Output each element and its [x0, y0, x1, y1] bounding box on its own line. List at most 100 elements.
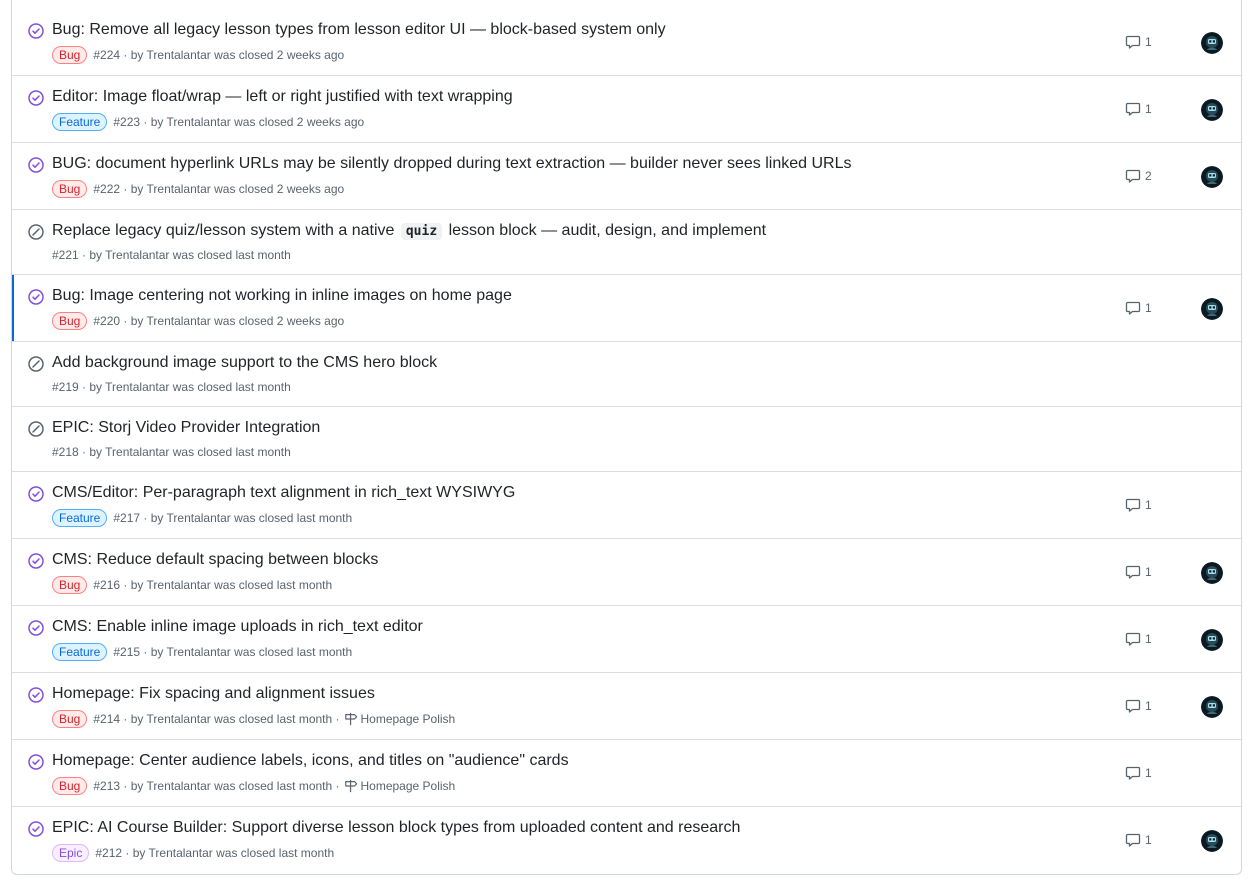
issue-meta: Bug #222 · by Trentalantar was closed 2 w…	[52, 180, 344, 198]
assignee-avatar[interactable]	[1201, 829, 1223, 852]
milestone-link[interactable]: Homepage Polish	[344, 777, 456, 795]
issue-title-link[interactable]: Homepage: Fix spacing and alignment issu…	[52, 684, 375, 704]
comment-count-link[interactable]: 1	[1125, 832, 1152, 848]
check-circle-icon	[28, 23, 44, 39]
label-bug[interactable]: Bug	[52, 777, 88, 795]
comment-icon	[1125, 101, 1145, 117]
label-feature[interactable]: Feature	[52, 643, 108, 661]
issue-row[interactable]: CMS: Enable inline image uploads in rich…	[12, 606, 1241, 673]
comment-icon	[1125, 765, 1145, 781]
issue-meta: #218 · by Trentalantar was closed last m…	[52, 443, 291, 461]
assignee-avatar[interactable]	[1201, 561, 1223, 584]
assignee-avatar[interactable]	[1201, 297, 1223, 320]
issue-number: #218	[52, 445, 79, 459]
milestone-icon	[344, 779, 361, 793]
issue-number: #213	[93, 779, 121, 793]
issue-meta: Epic #212 · by Trentalantar was closed la…	[52, 844, 334, 862]
issue-number: #221	[52, 248, 79, 262]
comment-count: 1	[1145, 698, 1152, 713]
comment-count: 1	[1145, 832, 1152, 847]
comment-count-link[interactable]: 1	[1125, 765, 1152, 781]
issue-meta: Bug #224 · by Trentalantar was closed 2 w…	[52, 46, 344, 64]
comment-count-link[interactable]: 1	[1125, 300, 1152, 316]
assignee-avatar[interactable]	[1201, 31, 1223, 54]
label-bug[interactable]: Bug	[52, 180, 88, 198]
issue-title-link[interactable]: CMS: Reduce default spacing between bloc…	[52, 550, 378, 570]
issue-title-link[interactable]: Homepage: Center audience labels, icons,…	[52, 751, 569, 771]
issue-meta: Bug #220 · by Trentalantar was closed 2 w…	[52, 312, 344, 330]
issue-title-link[interactable]: CMS/Editor: Per-paragraph text alignment…	[52, 483, 515, 503]
comment-count-link[interactable]: 1	[1125, 631, 1152, 647]
issue-closed-info: · by Trentalantar was closed last month	[82, 380, 291, 394]
milestone-link[interactable]: Homepage Polish	[344, 710, 455, 728]
issue-row[interactable]: CMS: Reduce default spacing between bloc…	[12, 539, 1241, 606]
assignee-avatar[interactable]	[1201, 165, 1223, 188]
comment-count: 1	[1145, 101, 1152, 116]
assignee-avatar[interactable]	[1201, 695, 1223, 718]
issue-row[interactable]: BUG: document hyperlink URLs may be sile…	[12, 143, 1241, 210]
label-bug[interactable]: Bug	[52, 46, 88, 64]
issue-meta: Bug #214 · by Trentalantar was closed las…	[52, 710, 455, 728]
issue-title-link[interactable]: EPIC: AI Course Builder: Support diverse…	[52, 818, 740, 838]
issue-row[interactable]: Editor: Image float/wrap — left or right…	[12, 76, 1241, 143]
issue-row[interactable]: Bug: Remove all legacy lesson types from…	[12, 9, 1241, 76]
comment-count-link[interactable]: 1	[1125, 698, 1152, 714]
label-feature[interactable]: Feature	[52, 509, 108, 527]
label-bug[interactable]: Bug	[52, 576, 88, 594]
comment-count-link[interactable]: 2	[1125, 168, 1152, 184]
issue-row[interactable]: Homepage: Center audience labels, icons,…	[12, 740, 1241, 807]
issue-closed-info: · by Trentalantar was closed last month …	[123, 779, 340, 793]
assignee-avatar[interactable]	[1201, 98, 1223, 121]
issue-closed-info: · by Trentalantar was closed last month	[125, 846, 335, 860]
check-circle-icon	[28, 620, 44, 636]
comment-count-link[interactable]: 1	[1125, 34, 1152, 50]
issue-row[interactable]: EPIC: Storj Video Provider Integration #2…	[12, 407, 1241, 472]
issue-number: #215	[113, 645, 141, 659]
label-epic[interactable]: Epic	[52, 844, 90, 862]
issue-meta: Bug #216 · by Trentalantar was closed las…	[52, 576, 332, 594]
issue-closed-info: · by Trentalantar was closed last month	[123, 578, 333, 592]
issue-title-link[interactable]: Editor: Image float/wrap — left or right…	[52, 87, 513, 107]
check-circle-icon	[28, 289, 44, 305]
issue-number: #223	[113, 115, 141, 129]
skip-circle-icon	[28, 356, 44, 372]
comment-count-link[interactable]: 1	[1125, 101, 1152, 117]
issue-closed-info: · by Trentalantar was closed 2 weeks ago	[123, 182, 345, 196]
milestone-label: Homepage Polish	[360, 779, 456, 793]
assignee-avatar[interactable]	[1201, 628, 1223, 651]
issue-title-text: Replace legacy quiz/lesson system with a…	[52, 222, 399, 239]
issue-number: #212	[95, 846, 123, 860]
comment-count-link[interactable]: 1	[1125, 497, 1152, 513]
issue-row[interactable]: Bug: Image centering not working in inli…	[12, 275, 1241, 342]
label-bug[interactable]: Bug	[52, 312, 88, 330]
label-feature[interactable]: Feature	[52, 113, 108, 131]
comment-count-link[interactable]: 1	[1125, 564, 1152, 580]
check-circle-icon	[28, 687, 44, 703]
comment-count: 1	[1145, 300, 1152, 315]
issue-closed-info: · by Trentalantar was closed 2 weeks ago	[143, 115, 365, 129]
issue-number: #219	[52, 380, 79, 394]
issue-title-link[interactable]: EPIC: Storj Video Provider Integration	[52, 418, 320, 438]
comment-icon	[1125, 698, 1145, 714]
issue-row[interactable]: Replace legacy quiz/lesson system with a…	[12, 210, 1241, 275]
issue-title-link[interactable]: Add background image support to the CMS …	[52, 353, 437, 373]
issue-title-link[interactable]: CMS: Enable inline image uploads in rich…	[52, 617, 423, 637]
issue-row[interactable]: EPIC: AI Course Builder: Support diverse…	[12, 807, 1241, 874]
issue-number: #214	[93, 712, 121, 726]
issue-title-link[interactable]: BUG: document hyperlink URLs may be sile…	[52, 154, 852, 174]
issue-closed-info: · by Trentalantar was closed last month	[143, 645, 353, 659]
issue-title-link[interactable]: Bug: Remove all legacy lesson types from…	[52, 20, 666, 40]
issue-closed-info: · by Trentalantar was closed 2 weeks ago	[123, 48, 345, 62]
comment-icon	[1125, 497, 1145, 513]
issue-title-link[interactable]: Replace legacy quiz/lesson system with a…	[52, 221, 766, 242]
check-circle-icon	[28, 553, 44, 569]
issue-title-link[interactable]: Bug: Image centering not working in inli…	[52, 286, 512, 306]
issue-number: #216	[93, 578, 121, 592]
issue-closed-info: · by Trentalantar was closed 2 weeks ago	[123, 314, 345, 328]
issue-number: #220	[93, 314, 121, 328]
issue-row[interactable]: Add background image support to the CMS …	[12, 342, 1241, 407]
comment-icon	[1125, 168, 1145, 184]
issue-row[interactable]: CMS/Editor: Per-paragraph text alignment…	[12, 472, 1241, 539]
label-bug[interactable]: Bug	[52, 710, 88, 728]
issue-row[interactable]: Homepage: Fix spacing and alignment issu…	[12, 673, 1241, 740]
